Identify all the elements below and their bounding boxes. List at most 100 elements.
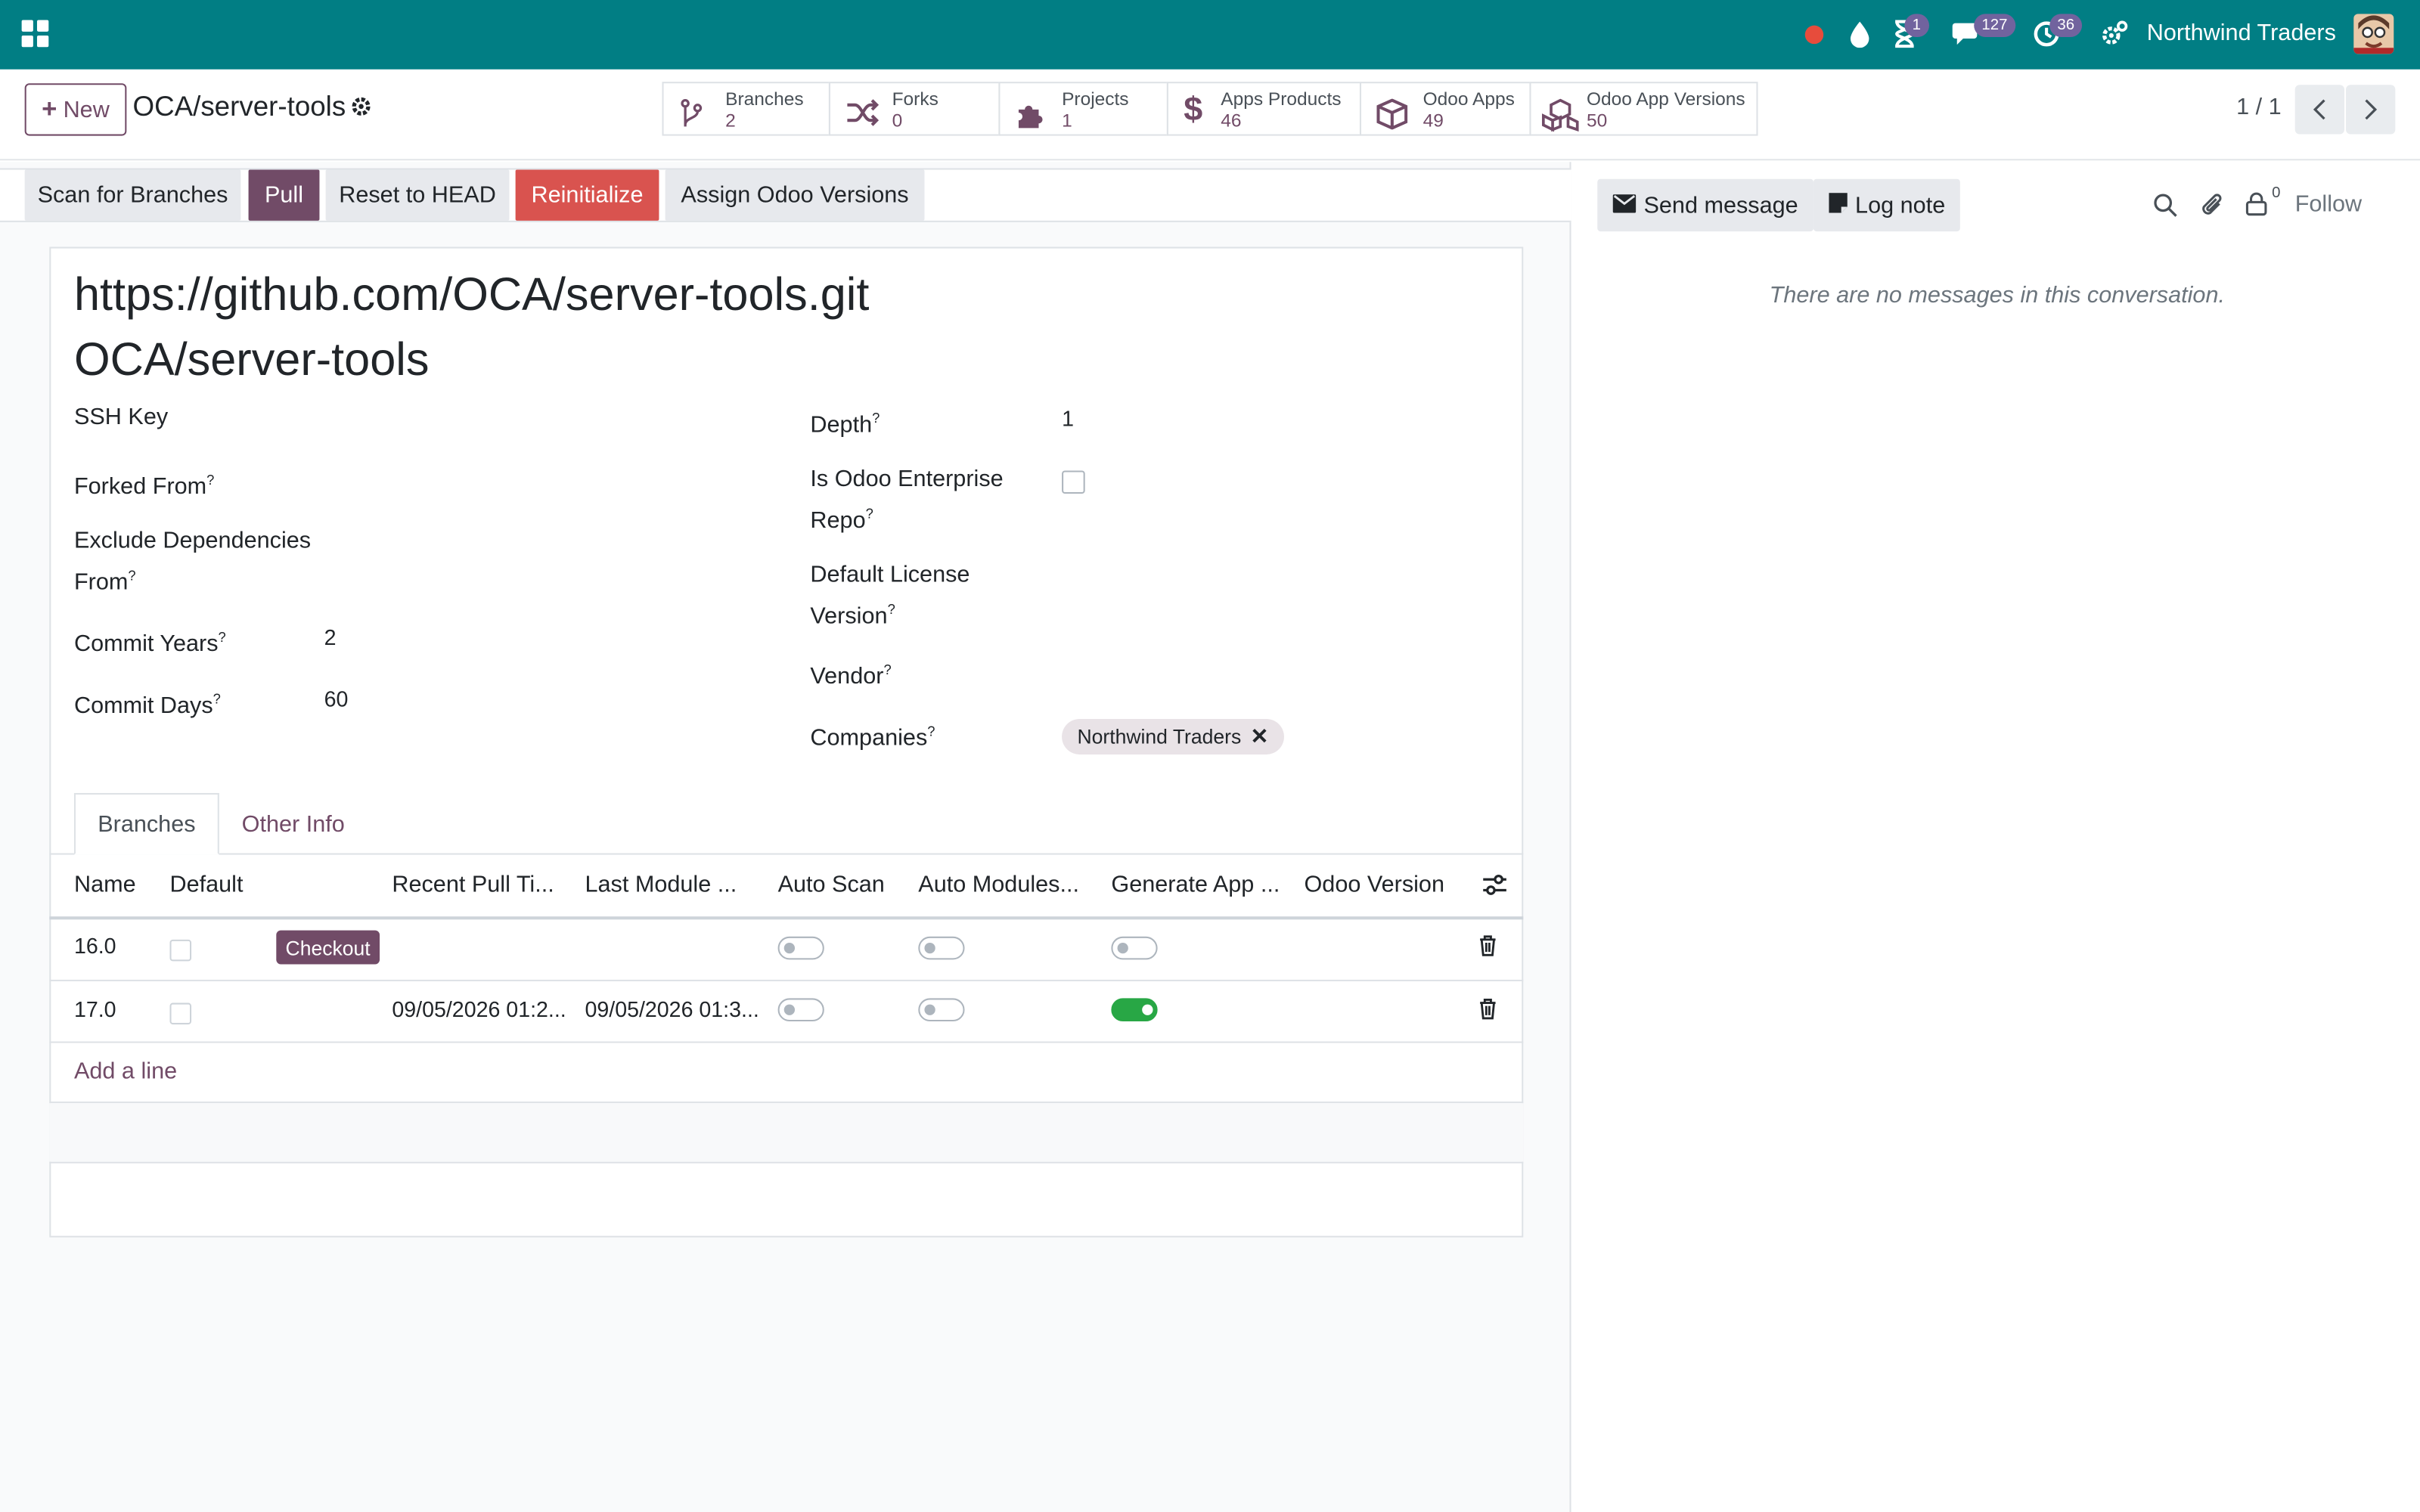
pager-value[interactable]: 1 / 1: [2236, 94, 2282, 120]
generate-app-toggle[interactable]: [1111, 998, 1158, 1022]
recent-pull-time[interactable]: 09/05/2026 01:2...: [392, 996, 566, 1021]
branch-icon: [679, 99, 713, 138]
help-tooltip-icon[interactable]: ?: [888, 602, 895, 617]
row-divider: [49, 1161, 1524, 1163]
vendor-label: Vendor?: [810, 662, 892, 690]
column-default[interactable]: Default: [169, 872, 243, 898]
envelope-icon: [1612, 192, 1637, 218]
smart-button-apps-products[interactable]: $ Apps Products 46: [1166, 82, 1361, 136]
column-name[interactable]: Name: [74, 872, 136, 898]
breadcrumb: OCA/server-tools: [132, 91, 346, 122]
smart-button-odoo-app-versions[interactable]: Odoo App Versions 50: [1529, 82, 1758, 136]
followers-lock-icon[interactable]: [2245, 191, 2267, 224]
depth-value[interactable]: 1: [1062, 406, 1074, 431]
help-tooltip-icon[interactable]: ?: [128, 568, 135, 583]
status-dot-icon[interactable]: [1804, 25, 1825, 53]
delete-row-trash-icon[interactable]: [1478, 998, 1497, 1020]
reinitialize-button[interactable]: Reinitialize: [515, 169, 659, 221]
default-checkbox[interactable]: [169, 939, 192, 962]
puzzle-icon: [1016, 99, 1050, 138]
smart-label: Apps Products: [1221, 88, 1342, 110]
scan-branches-button[interactable]: Scan for Branches: [24, 169, 241, 221]
smart-button-branches[interactable]: Branches 2: [662, 82, 830, 138]
smart-label: Branches: [725, 88, 804, 110]
companies-label: Companies?: [810, 723, 935, 751]
pager-next-button[interactable]: [2346, 85, 2396, 135]
pull-button[interactable]: Pull: [248, 169, 320, 221]
fork-icon: [845, 99, 880, 135]
checkout-button[interactable]: Checkout: [276, 930, 380, 965]
send-message-button[interactable]: Send message: [1597, 178, 1814, 232]
smart-button-projects[interactable]: Projects 1: [998, 82, 1168, 138]
assign-odoo-versions-button[interactable]: Assign Odoo Versions: [665, 169, 925, 221]
remove-tag-icon[interactable]: ✕: [1251, 723, 1269, 750]
help-tooltip-icon[interactable]: ?: [927, 723, 935, 739]
auto-scan-toggle[interactable]: [777, 998, 824, 1022]
dollar-icon: $: [1184, 89, 1203, 129]
branch-name[interactable]: 16.0: [74, 934, 116, 959]
help-tooltip-icon[interactable]: ?: [213, 691, 221, 706]
commit-years-label: Commit Years?: [73, 629, 226, 658]
search-icon[interactable]: [2153, 193, 2178, 225]
smart-label: Projects: [1062, 88, 1129, 110]
auto-modules-toggle[interactable]: [918, 936, 965, 960]
smart-button-forks[interactable]: Forks 0: [828, 82, 1001, 136]
generate-app-toggle[interactable]: [1111, 936, 1158, 960]
commit-years-value[interactable]: 2: [324, 625, 337, 650]
repo-name[interactable]: OCA/server-tools: [74, 335, 430, 387]
delete-row-trash-icon[interactable]: [1478, 935, 1497, 957]
log-note-button[interactable]: Log note: [1813, 178, 1961, 232]
form-sheet: [49, 246, 1524, 1238]
add-line-link[interactable]: Add a line: [74, 1058, 177, 1085]
optional-columns-icon[interactable]: [1481, 873, 1508, 904]
column-last-module[interactable]: Last Module ...: [585, 872, 737, 898]
activity-badge: 1: [1904, 14, 1929, 37]
commit-days-value[interactable]: 60: [324, 686, 349, 711]
chevron-right-icon: [2365, 99, 2378, 120]
help-tooltip-icon[interactable]: ?: [866, 506, 873, 521]
ssh-key-label: SSH Key: [73, 404, 169, 431]
settings-gears-icon[interactable]: [2101, 20, 2129, 56]
log-note-label: Log note: [1855, 192, 1946, 218]
row-divider: [49, 1041, 1524, 1043]
company-tag[interactable]: Northwind Traders ✕: [1062, 719, 1284, 754]
repo-url[interactable]: https://github.com/OCA/server-tools.git: [74, 270, 869, 322]
auto-modules-toggle[interactable]: [918, 998, 965, 1022]
help-tooltip-icon[interactable]: ?: [872, 411, 880, 426]
smart-value: 46: [1221, 109, 1242, 132]
column-auto-modules[interactable]: Auto Modules...: [918, 872, 1079, 898]
column-odoo-version[interactable]: Odoo Version: [1304, 872, 1444, 898]
smart-label: Forks: [892, 88, 939, 110]
default-license-label: Default License Version?: [810, 561, 970, 630]
branch-name[interactable]: 17.0: [74, 996, 116, 1021]
record-settings-gear-icon[interactable]: [350, 96, 372, 125]
column-auto-scan[interactable]: Auto Scan: [778, 872, 885, 898]
enterprise-repo-checkbox[interactable]: [1062, 470, 1085, 494]
tab-other-info[interactable]: Other Info: [219, 793, 368, 855]
timer-badge: 36: [2049, 14, 2083, 37]
top-navbar: 1 127 36 Northwind Traders: [0, 0, 2420, 70]
table-footer: [49, 1103, 1524, 1162]
smart-value: 50: [1586, 109, 1608, 132]
forked-from-label: Forked From?: [73, 472, 215, 500]
pager-previous-button[interactable]: [2294, 85, 2344, 135]
new-button[interactable]: + New: [24, 83, 127, 136]
smart-button-odoo-apps[interactable]: Odoo Apps 49: [1359, 82, 1531, 136]
drop-icon[interactable]: [1849, 20, 1871, 56]
reset-head-button[interactable]: Reset to HEAD: [325, 169, 510, 221]
column-generate-app[interactable]: Generate App ...: [1111, 872, 1280, 898]
last-module-time[interactable]: 09/05/2026 01:3...: [585, 996, 759, 1021]
company-name[interactable]: Northwind Traders: [2147, 20, 2336, 47]
smart-value: 49: [1423, 109, 1444, 132]
column-recent-pull[interactable]: Recent Pull Ti...: [392, 872, 554, 898]
help-tooltip-icon[interactable]: ?: [883, 662, 891, 677]
follow-button[interactable]: Follow: [2295, 191, 2362, 218]
user-avatar[interactable]: [2353, 14, 2394, 54]
paperclip-icon[interactable]: [2201, 191, 2226, 227]
tab-branches[interactable]: Branches: [73, 792, 219, 855]
help-tooltip-icon[interactable]: ?: [219, 630, 226, 645]
apps-menu-icon[interactable]: [21, 20, 50, 56]
auto-scan-toggle[interactable]: [777, 936, 824, 960]
help-tooltip-icon[interactable]: ?: [206, 472, 214, 487]
default-checkbox[interactable]: [169, 1002, 192, 1025]
